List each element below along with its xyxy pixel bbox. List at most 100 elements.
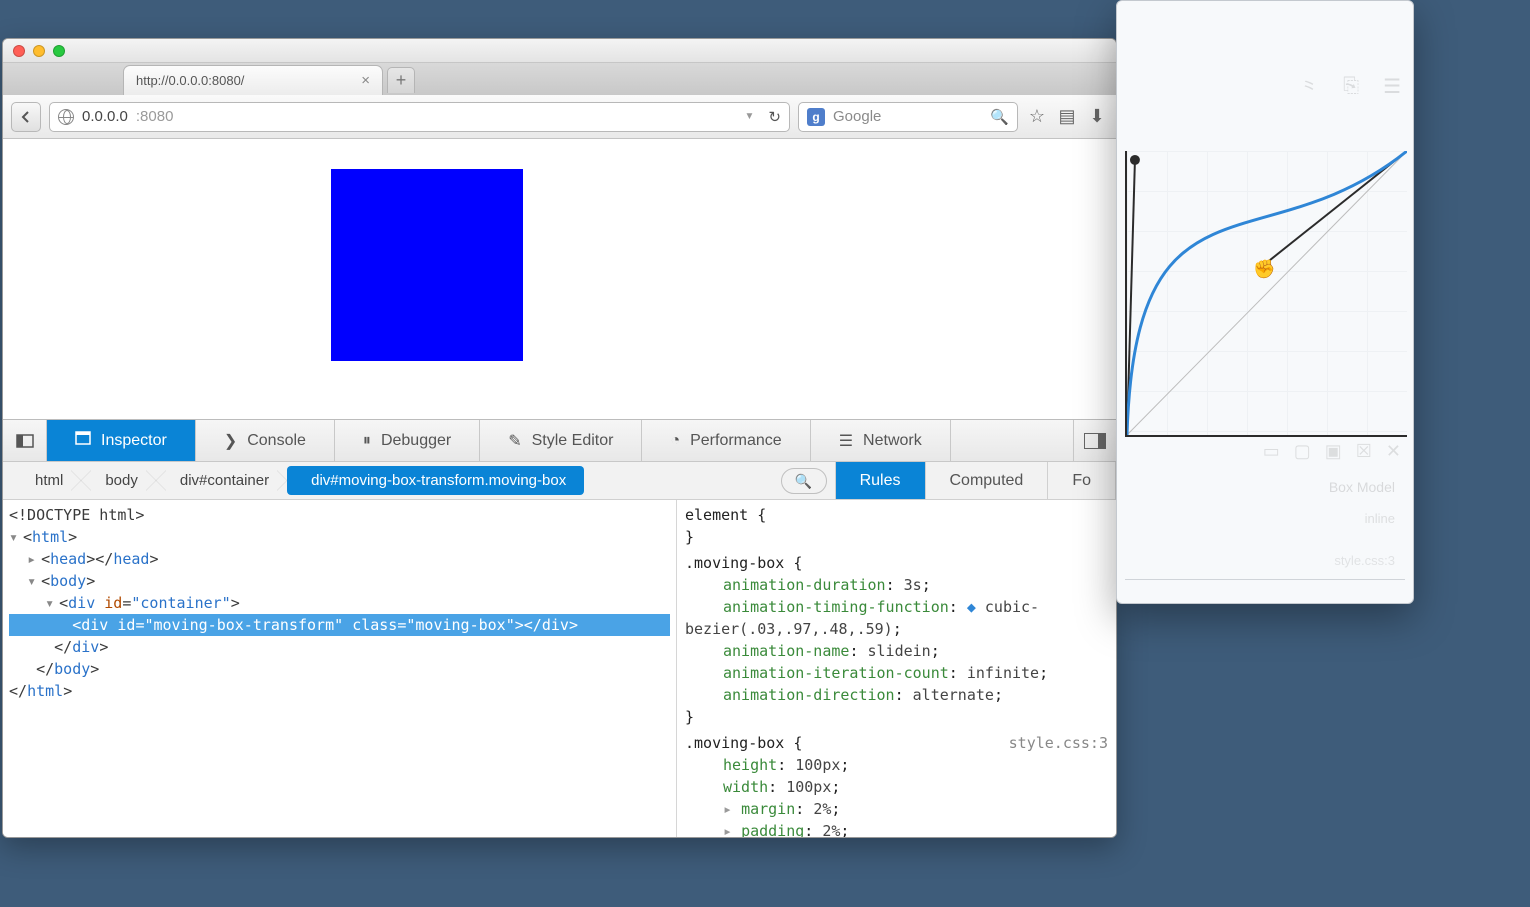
tab-title: http://0.0.0.0:8080/ <box>136 73 244 88</box>
devtools-body: <!DOCTYPE html> ▾<html> ▸<head></head> ▾… <box>3 500 1116 837</box>
css-value[interactable]: 3s <box>904 576 922 594</box>
cubic-bezier-editor[interactable]: ⺀ ⎘ ☰ ✊ ▭▢▣☒✕ Box Model inline style.css… <box>1116 0 1414 604</box>
css-value[interactable]: alternate <box>913 686 994 704</box>
style-editor-icon: ✎ <box>508 431 521 451</box>
url-port: :8080 <box>136 108 174 125</box>
tab-performance-label: Performance <box>690 432 782 450</box>
tab-network[interactable]: ☰ Network <box>811 420 951 461</box>
reload-icon[interactable]: ↻ <box>768 108 781 126</box>
browser-tab-active[interactable]: http://0.0.0.0:8080/ × <box>123 65 383 95</box>
rules-view[interactable]: element { } .moving-box { animation-dura… <box>676 500 1116 837</box>
bezier-graph[interactable]: ✊ <box>1125 151 1407 437</box>
reading-list-icon[interactable]: ▤ <box>1056 106 1078 128</box>
new-tab-button[interactable]: + <box>387 67 415 93</box>
nav-back-button[interactable] <box>11 102 41 132</box>
css-value[interactable]: 2% <box>822 822 840 837</box>
css-prop[interactable]: animation-name <box>723 642 849 660</box>
devtools-tabs: Inspector ❯ Console ⏸ Debugger ✎ Style E… <box>3 420 1116 462</box>
devtools-dock-button[interactable] <box>1073 420 1116 461</box>
rules-tab-computed[interactable]: Computed <box>926 462 1049 499</box>
bezier-handle-p2[interactable] <box>1256 262 1266 272</box>
css-source-link[interactable]: style.css:3 <box>1009 732 1108 754</box>
tab-style-editor[interactable]: ✎ Style Editor <box>480 420 642 461</box>
search-bar[interactable]: g Google 🔍 <box>798 102 1018 132</box>
css-value[interactable]: infinite <box>967 664 1039 682</box>
url-host: 0.0.0.0 <box>82 108 128 125</box>
tab-console[interactable]: ❯ Console <box>196 420 335 461</box>
tab-close-icon[interactable]: × <box>361 72 370 89</box>
css-prop[interactable]: width <box>723 778 768 796</box>
bezier-swatch-icon[interactable]: ◆ <box>967 598 976 616</box>
bookmark-star-icon[interactable]: ☆ <box>1026 106 1048 128</box>
bezier-timeline[interactable] <box>1125 579 1405 591</box>
css-prop[interactable]: animation-direction <box>723 686 895 704</box>
bezier-handle-p1[interactable] <box>1130 155 1140 165</box>
url-bar[interactable]: 0.0.0.0 :8080 ▼ ↻ <box>49 102 790 132</box>
devtools: Inspector ❯ Console ⏸ Debugger ✎ Style E… <box>3 419 1116 837</box>
css-value[interactable]: 100px <box>786 778 831 796</box>
css-value[interactable]: slidein <box>868 642 931 660</box>
tab-debugger[interactable]: ⏸ Debugger <box>335 420 480 461</box>
dom-line[interactable]: ▾<html> <box>9 526 670 548</box>
search-icon[interactable]: 🔍 <box>990 108 1009 126</box>
css-selector[interactable]: element { <box>685 506 766 524</box>
url-dropdown-icon[interactable]: ▼ <box>745 111 755 122</box>
css-value[interactable]: bezier(.03,.97,.48,.59) <box>685 620 893 638</box>
window-zoom-button[interactable] <box>53 45 65 57</box>
css-prop[interactable]: padding <box>741 822 804 837</box>
downloads-icon[interactable]: ⬇ <box>1086 106 1108 128</box>
tab-inspector-label: Inspector <box>101 432 167 450</box>
console-icon: ❯ <box>224 431 237 451</box>
ghost-label-box-model: Box Model <box>1329 479 1395 495</box>
tab-performance[interactable]: ◔ Performance <box>642 420 810 461</box>
breadcrumb-moving-box[interactable]: div#moving-box-transform.moving-box <box>287 466 584 495</box>
bezier-toolbar-ghost: ⺀ ⎘ ☰ <box>1159 41 1401 131</box>
dom-line[interactable]: <!DOCTYPE html> <box>9 504 670 526</box>
breadcrumb-container[interactable]: div#container <box>156 466 287 495</box>
ghost-icon: ⎘ <box>1343 75 1359 98</box>
dom-line[interactable]: </html> <box>9 680 670 702</box>
devtools-iframe-picker-icon[interactable] <box>3 420 47 461</box>
browser-navbar: 0.0.0.0 :8080 ▼ ↻ g Google 🔍 ☆ ▤ ⬇ <box>3 95 1116 139</box>
dom-line[interactable]: </div> <box>9 636 670 658</box>
window-close-button[interactable] <box>13 45 25 57</box>
breadcrumb-html[interactable]: html <box>11 466 81 495</box>
css-selector[interactable]: .moving-box { <box>685 554 802 572</box>
css-prop[interactable]: margin <box>741 800 795 818</box>
window-minimize-button[interactable] <box>33 45 45 57</box>
dom-line[interactable]: ▾<body> <box>9 570 670 592</box>
css-value[interactable]: cubic- <box>985 598 1039 616</box>
ghost-icon: ⺀ <box>1299 72 1319 101</box>
css-brace: } <box>685 528 694 546</box>
ghost-label-sheet: style.css:3 <box>1334 553 1395 568</box>
dom-line[interactable]: ▾<div id="container"> <box>9 592 670 614</box>
markup-view[interactable]: <!DOCTYPE html> ▾<html> ▸<head></head> ▾… <box>3 500 676 837</box>
rules-tab-rules[interactable]: Rules <box>836 462 926 499</box>
tab-debugger-label: Debugger <box>381 432 451 450</box>
css-prop[interactable]: animation-duration <box>723 576 886 594</box>
ghost-icon: ☰ <box>1383 74 1401 99</box>
dock-side-icon <box>1084 433 1106 449</box>
globe-icon <box>58 109 74 125</box>
css-selector[interactable]: .moving-box { <box>685 734 802 752</box>
css-value[interactable]: 2% <box>813 800 831 818</box>
css-prop[interactable]: animation-timing-function <box>723 598 949 616</box>
window-titlebar <box>3 39 1116 63</box>
dom-line[interactable]: </body> <box>9 658 670 680</box>
browser-tabstrip: http://0.0.0.0:8080/ × + <box>3 63 1116 95</box>
markup-search-button[interactable]: 🔍 <box>781 468 827 494</box>
tab-inspector[interactable]: Inspector <box>47 420 196 461</box>
rules-tab-fonts[interactable]: Fo <box>1048 462 1116 499</box>
breadcrumb-body[interactable]: body <box>81 466 156 495</box>
dom-line[interactable]: ▸<head></head> <box>9 548 670 570</box>
rules-tabs: Rules Computed Fo <box>835 462 1116 499</box>
browser-window: http://0.0.0.0:8080/ × + 0.0.0.0 :8080 ▼ … <box>2 38 1117 838</box>
css-brace: } <box>685 708 694 726</box>
css-prop[interactable]: height <box>723 756 777 774</box>
performance-icon: ◔ <box>670 432 680 450</box>
tab-style-editor-label: Style Editor <box>532 432 614 450</box>
css-value[interactable]: 100px <box>795 756 840 774</box>
dom-line-selected[interactable]: <div id="moving-box-transform" class="mo… <box>9 614 670 636</box>
css-prop[interactable]: animation-iteration-count <box>723 664 949 682</box>
network-icon: ☰ <box>839 431 853 451</box>
